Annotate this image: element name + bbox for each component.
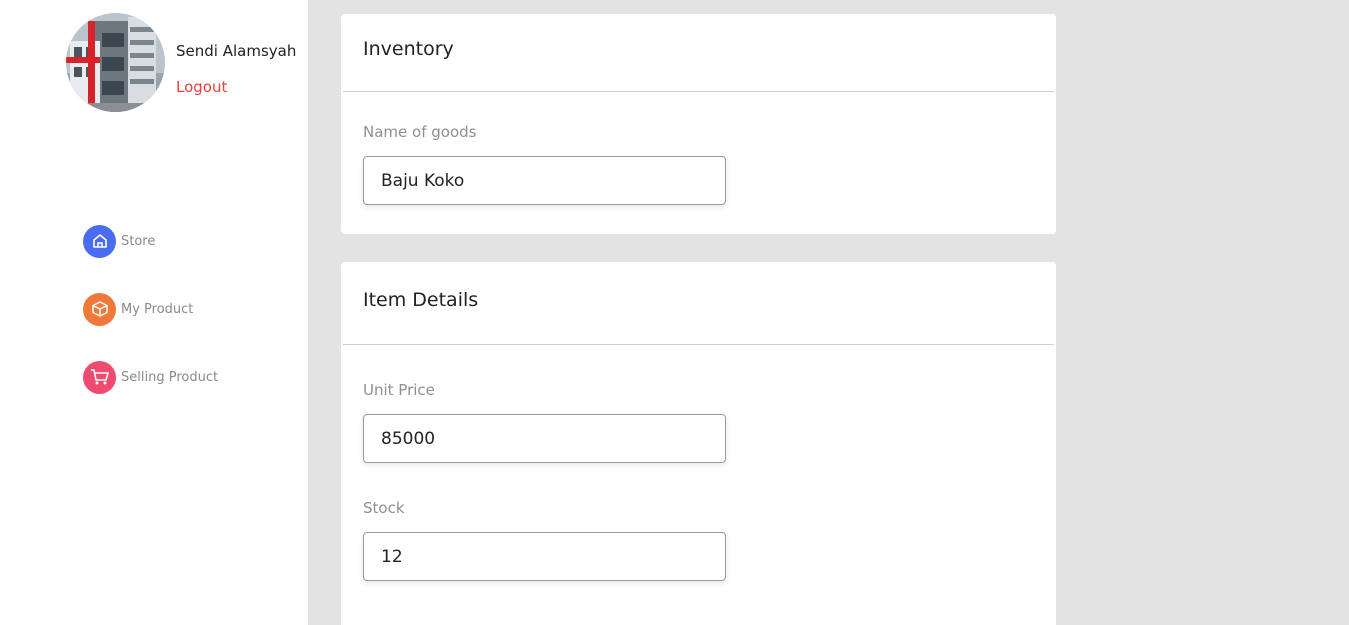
divider (343, 91, 1054, 92)
inventory-card: Inventory Name of goods (341, 14, 1056, 234)
building-photo-icon (66, 13, 165, 112)
user-name: Sendi Alamsyah (176, 42, 297, 60)
name-of-goods-field[interactable] (363, 156, 726, 205)
logout-link[interactable]: Logout (176, 78, 227, 96)
item-details-card: Item Details Unit Price Stock (341, 262, 1056, 625)
cart-icon (83, 360, 116, 394)
nav-item-store[interactable]: Store (83, 224, 155, 258)
nav-item-my-product[interactable]: My Product (83, 292, 193, 326)
item-details-title: Item Details (363, 289, 479, 311)
nav-label: Selling Product (121, 369, 219, 385)
app-root: Sendi Alamsyah Logout Store My Product S… (0, 0, 1349, 625)
stock-field[interactable] (363, 532, 726, 581)
nav-label: Store (121, 233, 156, 249)
name-of-goods-label: Name of goods (363, 123, 477, 141)
avatar (66, 13, 165, 112)
box-icon (83, 292, 116, 326)
name-of-goods-input[interactable] (364, 157, 725, 204)
stock-label: Stock (363, 499, 405, 517)
home-icon (83, 224, 116, 258)
sidebar: Sendi Alamsyah Logout Store My Product S… (0, 0, 308, 625)
nav-item-selling-product[interactable]: Selling Product (83, 360, 218, 394)
unit-price-field[interactable] (363, 414, 726, 463)
unit-price-input[interactable] (364, 415, 725, 462)
divider (343, 344, 1054, 345)
unit-price-label: Unit Price (363, 381, 435, 399)
inventory-title: Inventory (363, 38, 454, 60)
nav-label: My Product (121, 301, 194, 317)
stock-input[interactable] (364, 533, 725, 580)
